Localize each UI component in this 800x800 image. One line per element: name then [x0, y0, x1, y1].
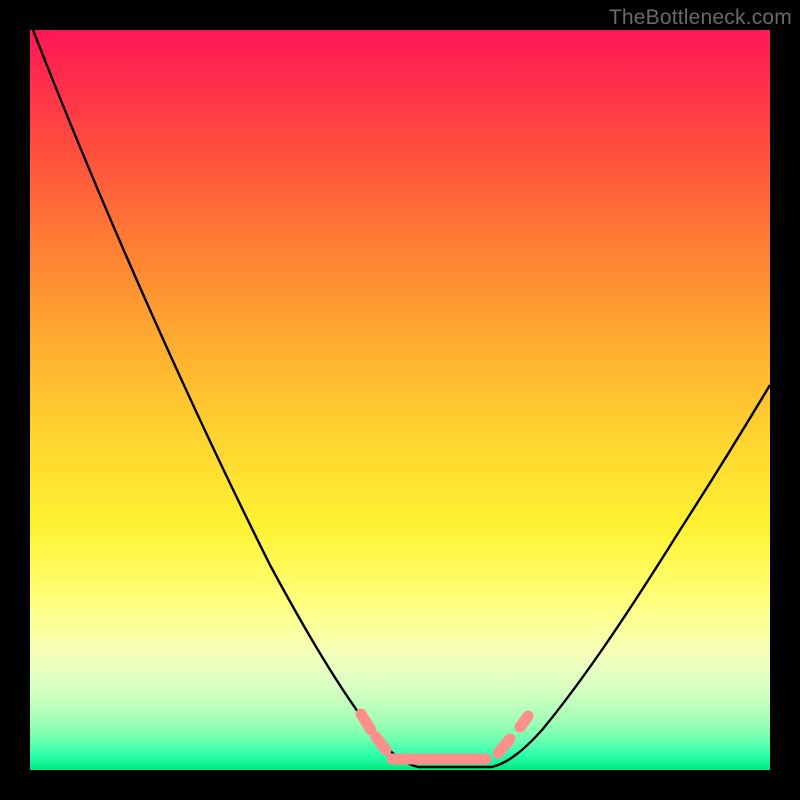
watermark-text: TheBottleneck.com	[609, 6, 792, 30]
chart-frame: TheBottleneck.com	[0, 0, 800, 800]
optimal-region-markers	[361, 714, 528, 759]
curve-layer	[30, 30, 770, 770]
plot-area	[30, 30, 770, 770]
bottleneck-curve	[33, 30, 770, 767]
